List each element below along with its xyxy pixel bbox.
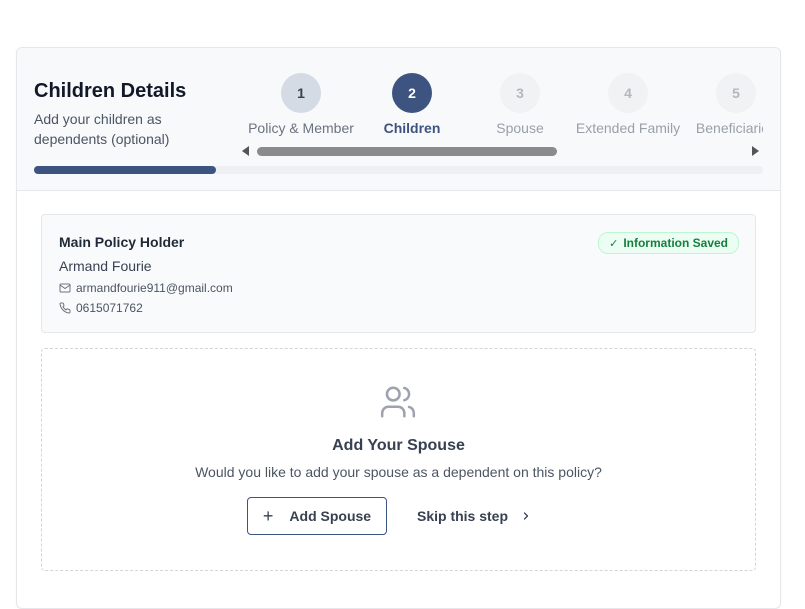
children-details-card: Children Details Add your children as de… xyxy=(16,47,781,609)
skip-step-label: Skip this step xyxy=(417,508,509,524)
step-beneficiaries[interactable]: 5 Beneficiaries xyxy=(671,73,763,136)
badge-label: Information Saved xyxy=(623,236,728,250)
step-number: 5 xyxy=(716,73,756,113)
holder-phone: 0615071762 xyxy=(76,301,143,315)
mail-icon xyxy=(59,283,71,293)
progress-bar-fill xyxy=(34,166,217,174)
chevron-right-icon xyxy=(523,512,529,520)
skip-step-button[interactable]: Skip this step xyxy=(417,497,532,535)
plus-icon: + xyxy=(262,505,274,526)
add-spouse-description: Would you like to add your spouse as a d… xyxy=(195,464,602,480)
information-saved-badge: ✓ Information Saved xyxy=(598,232,739,254)
holder-phone-row: 0615071762 xyxy=(59,301,143,315)
step-label: Beneficiaries xyxy=(695,120,763,136)
progress-bar xyxy=(34,166,763,174)
add-spouse-title: Add Your Spouse xyxy=(332,437,465,454)
step-number: 1 xyxy=(281,73,321,113)
add-spouse-button[interactable]: + Add Spouse xyxy=(247,497,387,535)
stepper-scrollbar-thumb[interactable] xyxy=(257,147,557,156)
phone-icon xyxy=(59,302,71,314)
step-number: 2 xyxy=(392,73,432,113)
holder-email: armandfourie911@gmail.com xyxy=(76,281,233,295)
holder-name: Armand Fourie xyxy=(59,258,152,274)
form-header: Children Details Add your children as de… xyxy=(17,48,780,191)
users-icon xyxy=(380,386,416,418)
step-number: 3 xyxy=(500,73,540,113)
main-policy-holder-card: Main Policy Holder Armand Fourie armandf… xyxy=(41,214,756,333)
add-spouse-label: Add Spouse xyxy=(289,508,372,524)
add-spouse-panel: Add Your Spouse Would you like to add yo… xyxy=(41,348,756,571)
check-icon: ✓ xyxy=(609,237,619,250)
scroll-right-arrow-icon[interactable] xyxy=(752,146,759,156)
page-subtitle: Add your children as dependents (optiona… xyxy=(34,111,170,147)
page-title: Children Details xyxy=(34,80,187,102)
scroll-left-arrow-icon[interactable] xyxy=(242,146,249,156)
holder-email-row: armandfourie911@gmail.com xyxy=(59,281,233,295)
step-number: 4 xyxy=(608,73,648,113)
holder-section-title: Main Policy Holder xyxy=(59,234,185,250)
